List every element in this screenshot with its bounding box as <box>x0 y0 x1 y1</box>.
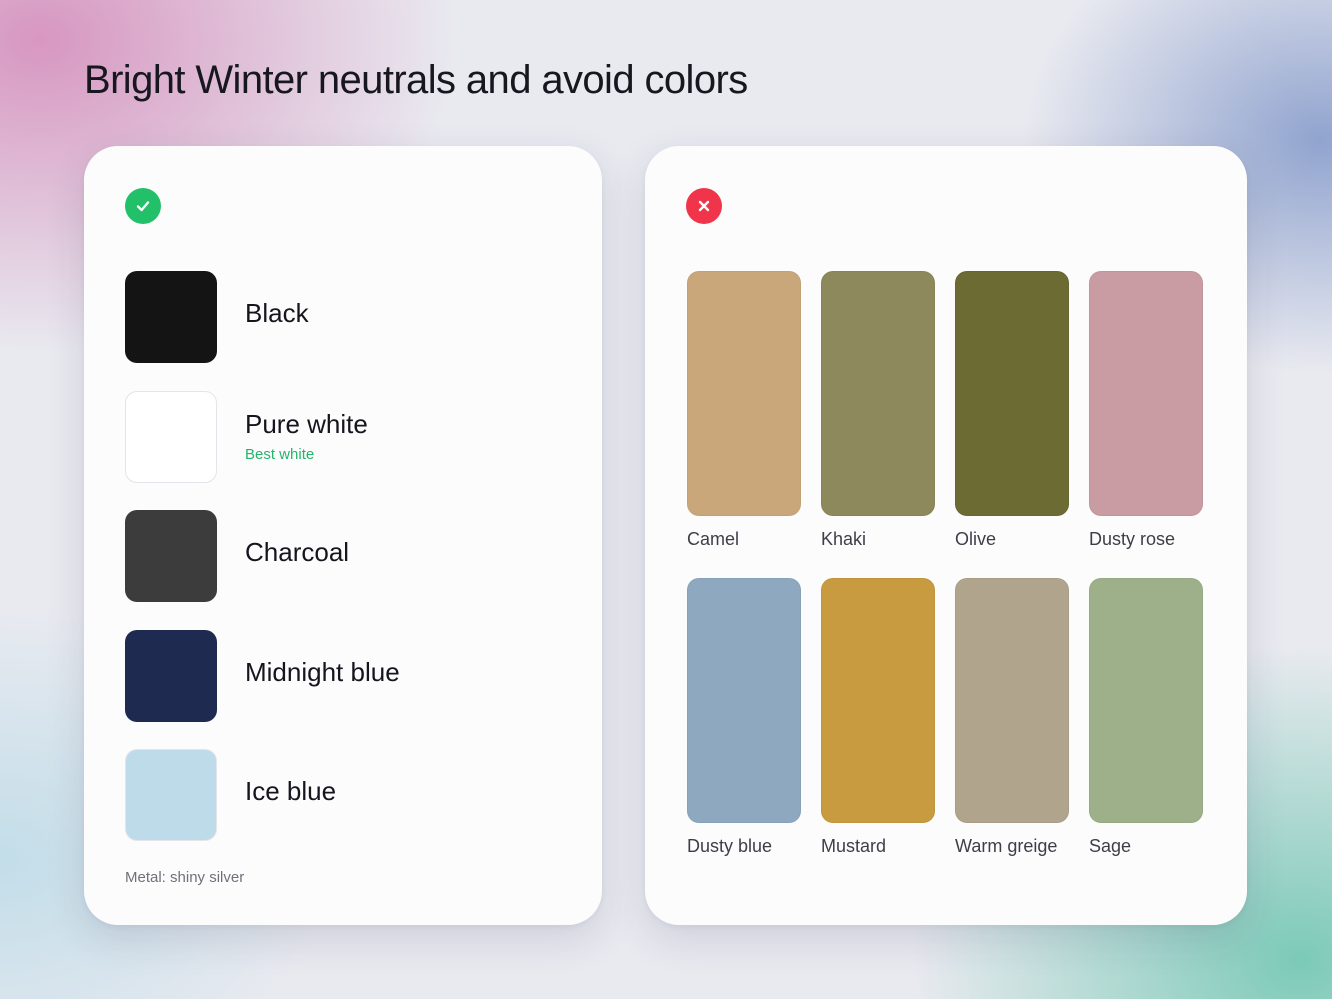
color-swatch <box>1089 271 1203 516</box>
page-title: Bright Winter neutrals and avoid colors <box>84 58 748 102</box>
avoid-item-sage: Sage <box>1089 578 1203 856</box>
avoid-item-camel: Camel <box>687 271 801 549</box>
avoid-item-dusty-rose: Dusty rose <box>1089 271 1203 549</box>
color-swatch <box>125 749 217 841</box>
color-name: Dusty rose <box>1089 529 1176 549</box>
color-swatch <box>955 578 1069 823</box>
color-swatch <box>1089 578 1203 823</box>
color-swatch <box>821 271 935 516</box>
color-name: Olive <box>955 529 997 549</box>
check-icon <box>125 188 161 224</box>
metal-note: Metal: shiny silver <box>125 869 245 886</box>
color-name: Dusty blue <box>687 836 773 856</box>
avoid-item-mustard: Mustard <box>821 578 935 856</box>
color-swatch <box>955 271 1069 516</box>
neutrals-card: Black Pure white Best white Charcoal Mid… <box>84 146 602 925</box>
color-swatch <box>821 578 935 823</box>
color-name: Ice blue <box>245 776 337 806</box>
color-name: Black <box>245 298 309 328</box>
avoid-item-khaki: Khaki <box>821 271 935 549</box>
color-name: Charcoal <box>245 537 350 567</box>
color-name: Mustard <box>821 836 887 856</box>
color-swatch <box>687 578 801 823</box>
avoid-item-olive: Olive <box>955 271 1069 549</box>
color-swatch <box>125 510 217 602</box>
color-name: Sage <box>1089 836 1132 856</box>
avoid-card: Camel Khaki Olive Dusty rose Dusty blue … <box>645 146 1247 925</box>
color-swatch <box>125 271 217 363</box>
avoid-item-dusty-blue: Dusty blue <box>687 578 801 856</box>
color-swatch <box>125 630 217 722</box>
color-name: Midnight blue <box>245 657 400 687</box>
color-swatch <box>687 271 801 516</box>
close-icon <box>686 188 722 224</box>
avoid-item-warm-greige: Warm greige <box>955 578 1069 856</box>
color-name: Pure white <box>245 409 368 439</box>
color-name: Khaki <box>821 529 867 549</box>
color-name: Warm greige <box>955 836 1058 856</box>
best-white-note: Best white <box>245 446 315 463</box>
color-swatch <box>125 391 217 483</box>
color-name: Camel <box>687 529 740 549</box>
